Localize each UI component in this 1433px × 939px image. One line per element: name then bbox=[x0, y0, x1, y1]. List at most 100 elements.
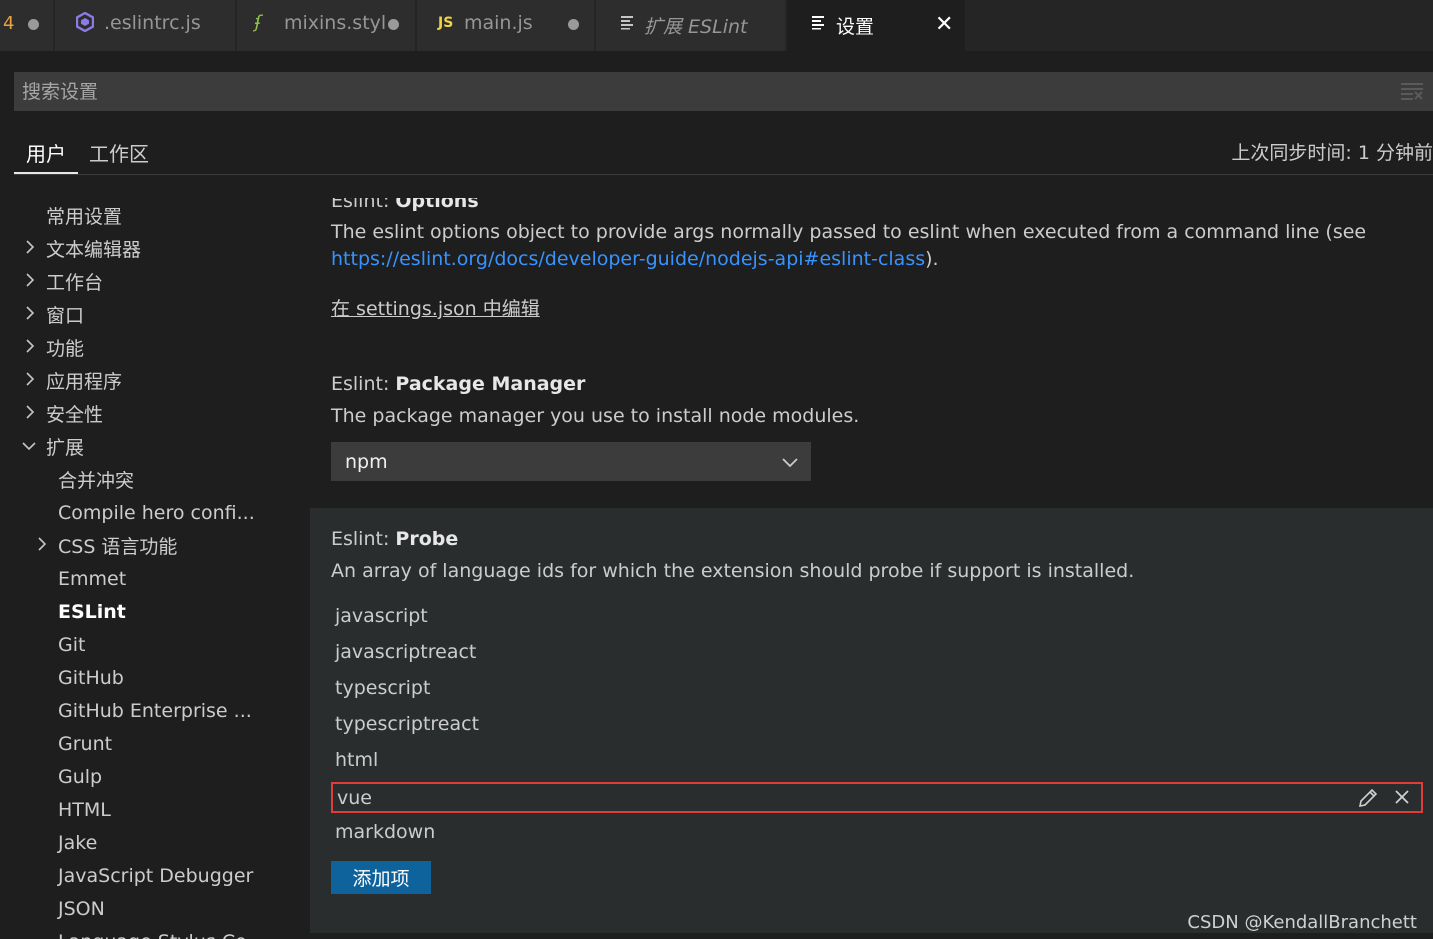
description-text: The eslint options object to provide arg… bbox=[331, 221, 1367, 243]
toc-item-label: 工作台 bbox=[46, 272, 104, 294]
toc-item-label: Jake bbox=[58, 831, 98, 854]
eslint-icon bbox=[75, 11, 95, 37]
list-item-text: html bbox=[335, 748, 379, 771]
remove-item-icon[interactable] bbox=[1393, 788, 1411, 806]
toc-item-jake[interactable]: Jake bbox=[58, 826, 97, 859]
toc-item-gulp[interactable]: Gulp bbox=[58, 760, 102, 793]
setting-category: Eslint: bbox=[331, 528, 396, 550]
toc-item-label: 合并冲突 bbox=[58, 470, 135, 492]
tab-mixins-styl[interactable]: ʄ mixins.styl bbox=[237, 0, 416, 51]
unsaved-dot-icon bbox=[568, 19, 579, 30]
tab-extension-eslint[interactable]: 扩展 ESLint bbox=[596, 0, 786, 51]
toc-item-js-debugger[interactable]: JavaScript Debugger bbox=[58, 859, 253, 892]
description-text: ). bbox=[925, 248, 939, 270]
list-item-text: markdown bbox=[335, 820, 436, 843]
toc-item-json[interactable]: JSON bbox=[58, 892, 105, 925]
chevron-right-icon[interactable] bbox=[35, 537, 49, 551]
preview-icon bbox=[811, 14, 827, 35]
probe-list-item-selected[interactable]: vue bbox=[331, 782, 1423, 813]
setting-description-probe: An array of language ids for which the e… bbox=[331, 560, 1135, 582]
chevron-right-icon[interactable] bbox=[23, 240, 37, 254]
tab-label: mixins.styl bbox=[284, 12, 387, 34]
toc-item-label: ESLint bbox=[58, 600, 126, 623]
chevron-right-icon[interactable] bbox=[23, 339, 37, 353]
setting-category: Eslint: bbox=[331, 198, 396, 212]
toc-item-css[interactable]: CSS 语言功能 bbox=[58, 529, 177, 562]
stylus-icon: ʄ bbox=[255, 12, 262, 33]
toc-item-compile-hero[interactable]: Compile hero confi... bbox=[58, 496, 255, 529]
settings-search-bar bbox=[14, 72, 1433, 111]
probe-list-item[interactable]: html bbox=[331, 744, 1423, 775]
add-item-button[interactable]: 添加项 bbox=[331, 861, 431, 894]
chevron-down-icon[interactable] bbox=[22, 439, 36, 453]
tab-workspace[interactable]: 工作区 bbox=[89, 138, 149, 167]
search-input[interactable] bbox=[14, 80, 1364, 103]
probe-list-item[interactable]: typescript bbox=[331, 672, 1423, 703]
edit-in-settings-json-link[interactable]: 在 settings.json 中编辑 bbox=[331, 294, 540, 321]
close-icon[interactable]: ✕ bbox=[935, 12, 953, 37]
toc-item-workbench[interactable]: 工作台 bbox=[46, 265, 103, 298]
settings-content: Eslint: Options The eslint options objec… bbox=[310, 198, 1433, 939]
setting-description-options: The eslint options object to provide arg… bbox=[331, 219, 1421, 273]
toc-item-extensions[interactable]: 扩展 bbox=[46, 430, 84, 463]
toc-item-text-editor[interactable]: 文本编辑器 bbox=[46, 232, 141, 265]
select-value: npm bbox=[345, 450, 388, 473]
tab-label: 扩展 ESLint bbox=[644, 16, 748, 38]
tab-user[interactable]: 用户 bbox=[26, 138, 66, 167]
probe-list-item[interactable]: markdown bbox=[331, 816, 1423, 847]
chevron-right-icon[interactable] bbox=[23, 306, 37, 320]
toc-item-github-enterprise[interactable]: GitHub Enterprise ... bbox=[58, 694, 252, 727]
chevron-right-icon[interactable] bbox=[23, 405, 37, 419]
tab-settings[interactable]: 设置 ✕ bbox=[787, 0, 966, 51]
edit-pencil-icon[interactable] bbox=[1357, 787, 1379, 809]
clear-filter-icon[interactable] bbox=[1401, 82, 1423, 100]
eslint-docs-link[interactable]: https://eslint.org/docs/developer-guide/… bbox=[331, 248, 925, 270]
sync-status: 上次同步时间: 1 分钟前 bbox=[1231, 142, 1433, 164]
toc-item-merge-conflict[interactable]: 合并冲突 bbox=[58, 463, 134, 496]
toc-item-eslint[interactable]: ESLint bbox=[58, 595, 126, 628]
toc-item-common[interactable]: 常用设置 bbox=[46, 199, 122, 232]
list-item-text: typescriptreact bbox=[335, 712, 480, 735]
tab-label: 设置 bbox=[836, 16, 875, 38]
list-item-text: vue bbox=[337, 786, 372, 809]
probe-list-item[interactable]: typescriptreact bbox=[331, 708, 1423, 739]
setting-description-package-manager: The package manager you use to install n… bbox=[331, 405, 860, 427]
toc-item-git[interactable]: Git bbox=[58, 628, 85, 661]
probe-list-item[interactable]: javascript bbox=[331, 600, 1423, 631]
toc-item-label: Emmet bbox=[58, 567, 127, 590]
setting-key: Probe bbox=[395, 528, 459, 550]
toc-item-label: Git bbox=[58, 633, 86, 656]
setting-title-probe: Eslint: Probe bbox=[331, 528, 458, 550]
list-item-text: javascriptreact bbox=[335, 640, 477, 663]
toc-item-label: 窗口 bbox=[46, 305, 85, 327]
toc-item-html[interactable]: HTML bbox=[58, 793, 111, 826]
tab-label: main.js bbox=[464, 12, 533, 34]
tab-main-js[interactable]: JS main.js bbox=[417, 0, 595, 51]
toc-item-label: GitHub Enterprise ... bbox=[58, 699, 252, 722]
toc-item-label: Grunt bbox=[58, 732, 113, 755]
toc-item-grunt[interactable]: Grunt bbox=[58, 727, 112, 760]
toc-item-application[interactable]: 应用程序 bbox=[46, 364, 122, 397]
toc-item-label: 常用设置 bbox=[46, 206, 123, 228]
toc-item-window[interactable]: 窗口 bbox=[46, 298, 84, 331]
setting-title-package-manager: Eslint: Package Manager bbox=[331, 373, 585, 395]
toc-item-language-stylus[interactable]: Language Stylus Co... bbox=[58, 925, 265, 939]
setting-title-options: Eslint: Options bbox=[331, 198, 479, 212]
tab-overflow[interactable]: 4 bbox=[0, 0, 54, 51]
toc-item-security[interactable]: 安全性 bbox=[46, 397, 103, 430]
toc-item-label: JSON bbox=[58, 897, 105, 920]
tab-eslintrc[interactable]: .eslintrc.js bbox=[55, 0, 236, 51]
chevron-right-icon[interactable] bbox=[23, 372, 37, 386]
toc-item-label: CSS 语言功能 bbox=[58, 536, 178, 558]
toc-item-features[interactable]: 功能 bbox=[46, 331, 84, 364]
probe-list-item[interactable]: javascriptreact bbox=[331, 636, 1423, 667]
toc-item-emmet[interactable]: Emmet bbox=[58, 562, 126, 595]
tab-label: .eslintrc.js bbox=[104, 12, 201, 34]
setting-probe-panel: Eslint: Probe An array of language ids f… bbox=[310, 508, 1433, 933]
toc-item-label: Compile hero confi... bbox=[58, 501, 255, 524]
package-manager-select[interactable]: npm bbox=[331, 442, 811, 481]
setting-category: Eslint: bbox=[331, 373, 396, 395]
settings-window: 4 .eslintrc.js ʄ mixins.styl JS main.js … bbox=[0, 0, 1433, 939]
chevron-right-icon[interactable] bbox=[23, 273, 37, 287]
toc-item-github[interactable]: GitHub bbox=[58, 661, 124, 694]
